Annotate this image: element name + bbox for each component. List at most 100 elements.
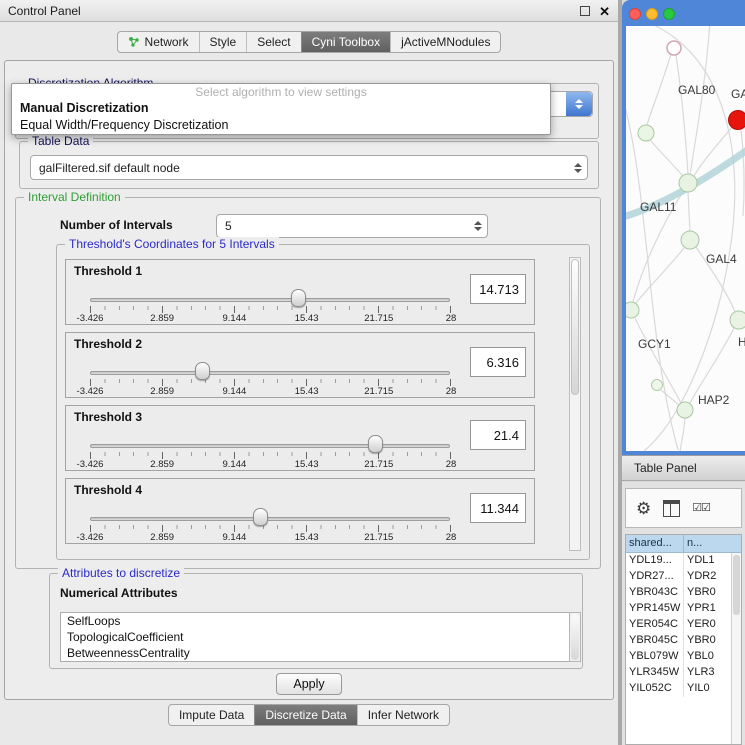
table-panel-body: ⚙ ☑☑ shared... n... YDL19... YDL1 YDR27.… bbox=[622, 482, 745, 745]
threshold-1-value-field[interactable]: 14.713 bbox=[470, 274, 526, 304]
threshold-2-value-field[interactable]: 6.316 bbox=[470, 347, 526, 377]
network-graph: GAL80 GAL11 GAL4 GCY1 HAP2 GA H bbox=[626, 26, 745, 451]
network-node[interactable] bbox=[679, 174, 697, 192]
slider-ticks bbox=[90, 306, 451, 313]
table-rows: YDL19... YDL1 YDR27... YDR2 YBR043C YBR0… bbox=[626, 553, 741, 697]
cell-shared-name: YDR27... bbox=[626, 569, 684, 585]
tab-infer-network[interactable]: Infer Network bbox=[357, 705, 449, 725]
attributes-group: Attributes to discretize Numerical Attri… bbox=[49, 573, 583, 669]
threshold-2-panel: Threshold 2 -3.4262.8599.14415.4321.7152… bbox=[65, 332, 535, 398]
network-canvas[interactable]: GAL80 GAL11 GAL4 GCY1 HAP2 GA H bbox=[626, 26, 745, 451]
tab-jactivemnodules[interactable]: jActiveMNodules bbox=[390, 32, 500, 52]
table-row[interactable]: YDL19... YDL1 bbox=[626, 553, 741, 569]
node-label: GAL4 bbox=[706, 252, 737, 266]
network-node[interactable] bbox=[652, 380, 663, 391]
table-data-group: Table Data galFiltered.sif default node bbox=[19, 141, 599, 189]
network-node[interactable] bbox=[626, 302, 639, 318]
table-row[interactable]: YER054C YER0 bbox=[626, 617, 741, 633]
number-of-intervals-label: Number of Intervals bbox=[60, 218, 173, 232]
control-panel-titlebar: Control Panel ✕ bbox=[0, 0, 618, 22]
column-header-name[interactable]: n... bbox=[684, 535, 741, 553]
tab-select[interactable]: Select bbox=[246, 32, 300, 52]
tab-impute-data[interactable]: Impute Data bbox=[169, 705, 254, 725]
slider-thumb[interactable] bbox=[291, 289, 306, 307]
tab-cyni-toolbox[interactable]: Cyni Toolbox bbox=[301, 32, 390, 52]
tab-label: Network bbox=[145, 35, 189, 49]
thresholds-scrollbar[interactable] bbox=[569, 257, 581, 551]
float-window-icon[interactable] bbox=[580, 6, 590, 16]
apply-button[interactable]: Apply bbox=[276, 673, 342, 695]
tab-discretize-data[interactable]: Discretize Data bbox=[254, 705, 356, 725]
node-label: GA bbox=[731, 87, 745, 101]
table-data-combobox[interactable]: galFiltered.sif default node bbox=[30, 155, 588, 180]
threshold-4-value-field[interactable]: 11.344 bbox=[470, 493, 526, 523]
table-row[interactable]: YBL079W YBL0 bbox=[626, 649, 741, 665]
up-arrow-icon bbox=[474, 221, 482, 225]
table-row[interactable]: YBR045C YBR0 bbox=[626, 633, 741, 649]
number-of-intervals-combobox[interactable]: 5 bbox=[216, 214, 488, 238]
table-row[interactable]: YDR27... YDR2 bbox=[626, 569, 741, 585]
attributes-list-scrollbar[interactable] bbox=[569, 612, 581, 662]
popup-item-manual-discretization[interactable]: Manual Discretization bbox=[12, 100, 550, 117]
close-window-icon[interactable] bbox=[629, 8, 641, 20]
scale-label: -3.426 bbox=[77, 532, 104, 543]
list-item[interactable]: SelfLoops bbox=[61, 613, 579, 629]
table-panel-header[interactable]: Table Panel bbox=[622, 455, 745, 481]
network-node[interactable] bbox=[677, 402, 693, 418]
slider-thumb[interactable] bbox=[253, 508, 268, 526]
numerical-attributes-list[interactable]: SelfLoopsTopologicalCoefficientBetweenne… bbox=[60, 612, 580, 662]
network-node[interactable] bbox=[638, 125, 654, 141]
threshold-3-value-field[interactable]: 21.4 bbox=[470, 420, 526, 450]
network-node[interactable] bbox=[681, 231, 699, 249]
combo-stepper-icon[interactable] bbox=[566, 92, 592, 116]
cell-shared-name: YPR145W bbox=[626, 601, 684, 617]
scale-label: 2.859 bbox=[150, 459, 174, 470]
group-title: Table Data bbox=[28, 134, 93, 148]
tab-style[interactable]: Style bbox=[199, 32, 247, 52]
threshold-3-slider[interactable] bbox=[90, 444, 450, 448]
scale-label: -3.426 bbox=[77, 386, 104, 397]
list-item[interactable]: BetweennessCentrality bbox=[61, 645, 579, 661]
table-row[interactable]: YPR145W YPR1 bbox=[626, 601, 741, 617]
gear-icon[interactable]: ⚙ bbox=[636, 500, 651, 517]
scale-label: 28 bbox=[446, 386, 457, 397]
zoom-window-icon[interactable] bbox=[663, 8, 675, 20]
algorithm-dropdown-popup: Select algorithm to view settings Manual… bbox=[11, 83, 551, 135]
node-label: H bbox=[738, 335, 745, 349]
scale-label: 2.859 bbox=[150, 386, 174, 397]
slider-scale: -3.4262.8599.14415.4321.71528 bbox=[90, 459, 451, 470]
column-header-shared-name[interactable]: shared... bbox=[626, 535, 684, 553]
close-icon[interactable]: ✕ bbox=[599, 5, 610, 18]
scale-label: 21.715 bbox=[364, 459, 393, 470]
table-row[interactable]: YBR043C YBR0 bbox=[626, 585, 741, 601]
table-scrollbar[interactable] bbox=[731, 553, 741, 744]
popup-item-equal-width-frequency[interactable]: Equal Width/Frequency Discretization bbox=[12, 117, 550, 134]
slider-ticks bbox=[90, 525, 451, 532]
threshold-4-slider[interactable] bbox=[90, 517, 450, 521]
scrollbar-thumb[interactable] bbox=[733, 555, 740, 615]
table-row[interactable]: YLR345W YLR3 bbox=[626, 665, 741, 681]
cell-shared-name: YBL079W bbox=[626, 649, 684, 665]
tab-network[interactable]: Network bbox=[118, 32, 199, 52]
network-node[interactable] bbox=[667, 41, 681, 55]
threshold-1-slider[interactable] bbox=[90, 298, 450, 302]
slider-thumb[interactable] bbox=[368, 435, 383, 453]
columns-icon[interactable] bbox=[663, 500, 680, 517]
slider-thumb[interactable] bbox=[195, 362, 210, 380]
scrollbar-thumb[interactable] bbox=[571, 614, 579, 660]
network-node-selected[interactable] bbox=[729, 111, 745, 130]
combo-value: 5 bbox=[225, 219, 232, 233]
slider-ticks bbox=[90, 452, 451, 459]
screen: Control Panel ✕ Network Style Sel bbox=[0, 0, 745, 745]
table-row[interactable]: YIL052C YIL0 bbox=[626, 681, 741, 697]
minimize-window-icon[interactable] bbox=[646, 8, 658, 20]
list-item[interactable]: TopologicalCoefficient bbox=[61, 629, 579, 645]
select-checkboxes-icon[interactable]: ☑☑ bbox=[692, 503, 710, 514]
down-arrow-icon bbox=[574, 169, 582, 173]
network-node[interactable] bbox=[730, 311, 745, 329]
threshold-2-slider[interactable] bbox=[90, 371, 450, 375]
scale-label: 15.43 bbox=[295, 386, 319, 397]
slider-scale: -3.4262.8599.14415.4321.71528 bbox=[90, 386, 451, 397]
scrollbar-thumb[interactable] bbox=[571, 259, 579, 395]
cyni-toolbox-panel: Discretization Algorithm Select algorith… bbox=[4, 60, 614, 700]
